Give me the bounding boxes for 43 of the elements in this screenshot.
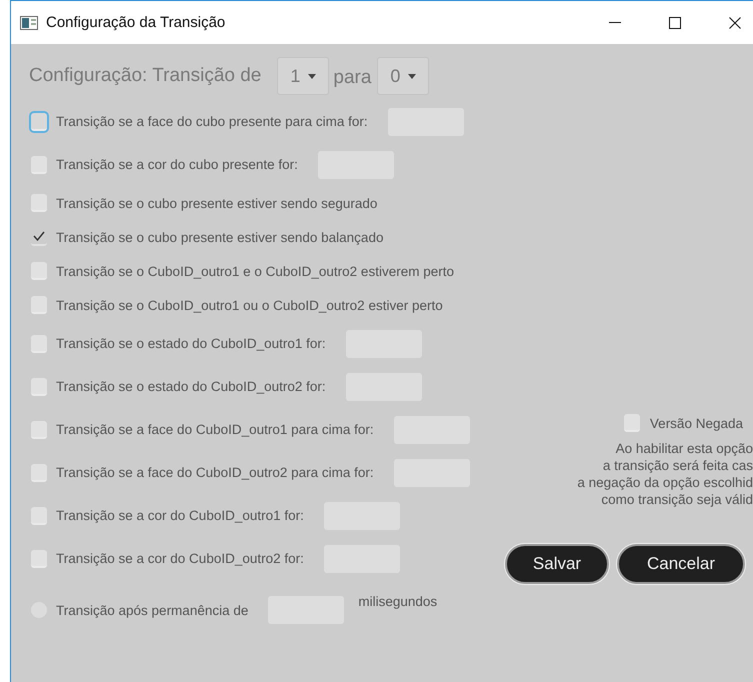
option-label: Transição se a cor do CuboID_outro1 for: bbox=[56, 508, 304, 523]
description-text: como transição seja válid bbox=[601, 491, 753, 508]
option-label: Transição se a face do cubo presente para cima for: bbox=[56, 114, 368, 129]
checkbox[interactable] bbox=[31, 262, 47, 280]
checkbox[interactable] bbox=[31, 194, 47, 212]
checkbox[interactable] bbox=[31, 550, 47, 568]
description-text: Ao habilitar esta opção bbox=[616, 440, 753, 457]
option-label: Transição se a face do CuboID_outro2 para cima for: bbox=[56, 465, 374, 480]
option-label: Transição se o cubo presente estiver sendo segurado bbox=[56, 196, 378, 210]
maximize-icon[interactable] bbox=[669, 16, 681, 28]
option-label: Transição se a cor do cubo presente for: bbox=[56, 157, 298, 172]
transition-label: Configuração: Transição de bbox=[29, 65, 262, 87]
checkbox[interactable] bbox=[31, 420, 47, 438]
description-text: a negação da opção escolhid bbox=[577, 474, 753, 491]
option-label: Transição se a face do CuboID_outro1 para cima for: bbox=[56, 422, 374, 437]
option-label: Transição se o estado do CuboID_outro1 for: bbox=[56, 336, 326, 351]
checkbox[interactable] bbox=[31, 112, 47, 130]
minimize-icon[interactable] bbox=[609, 22, 621, 24]
option-label: Transição se o CuboID_outro1 e o CuboID_outro2 estiverem perto bbox=[56, 264, 454, 278]
checkbox[interactable] bbox=[31, 296, 47, 314]
checkbox[interactable] bbox=[31, 156, 47, 174]
checkbox[interactable] bbox=[31, 334, 47, 352]
cancel-button[interactable]: Cancelar bbox=[617, 544, 745, 584]
checkbox[interactable] bbox=[31, 464, 47, 482]
window-icon bbox=[20, 16, 38, 30]
caret-icon bbox=[408, 74, 416, 79]
checkbox[interactable] bbox=[31, 378, 47, 396]
option-label: Transição se o CuboID_outro1 ou o CuboID_outro2 estiver perto bbox=[56, 298, 443, 312]
checkbox[interactable] bbox=[31, 506, 47, 524]
window-title: Configuração da Transição bbox=[46, 14, 226, 31]
connector-label: para bbox=[333, 67, 372, 89]
option-label: Transição se o cubo presente estiver sendo balançado bbox=[56, 230, 384, 244]
description-text: a transição será feita cas bbox=[602, 457, 753, 474]
checkbox[interactable] bbox=[624, 414, 640, 432]
save-button[interactable]: Salvar bbox=[505, 544, 609, 584]
option-label: Transição após permanência de bbox=[56, 602, 248, 618]
negated-version-label: Versão Negada bbox=[650, 416, 743, 430]
option-label: Transição se o estado do CuboID_outro2 for: bbox=[56, 379, 326, 394]
option-label: Transição se a cor do CuboID_outro2 for: bbox=[56, 551, 304, 566]
caret-icon bbox=[308, 74, 316, 79]
unit-label: milisegundos bbox=[358, 594, 438, 609]
close-icon[interactable] bbox=[729, 16, 741, 28]
checkmark-icon bbox=[33, 231, 45, 241]
